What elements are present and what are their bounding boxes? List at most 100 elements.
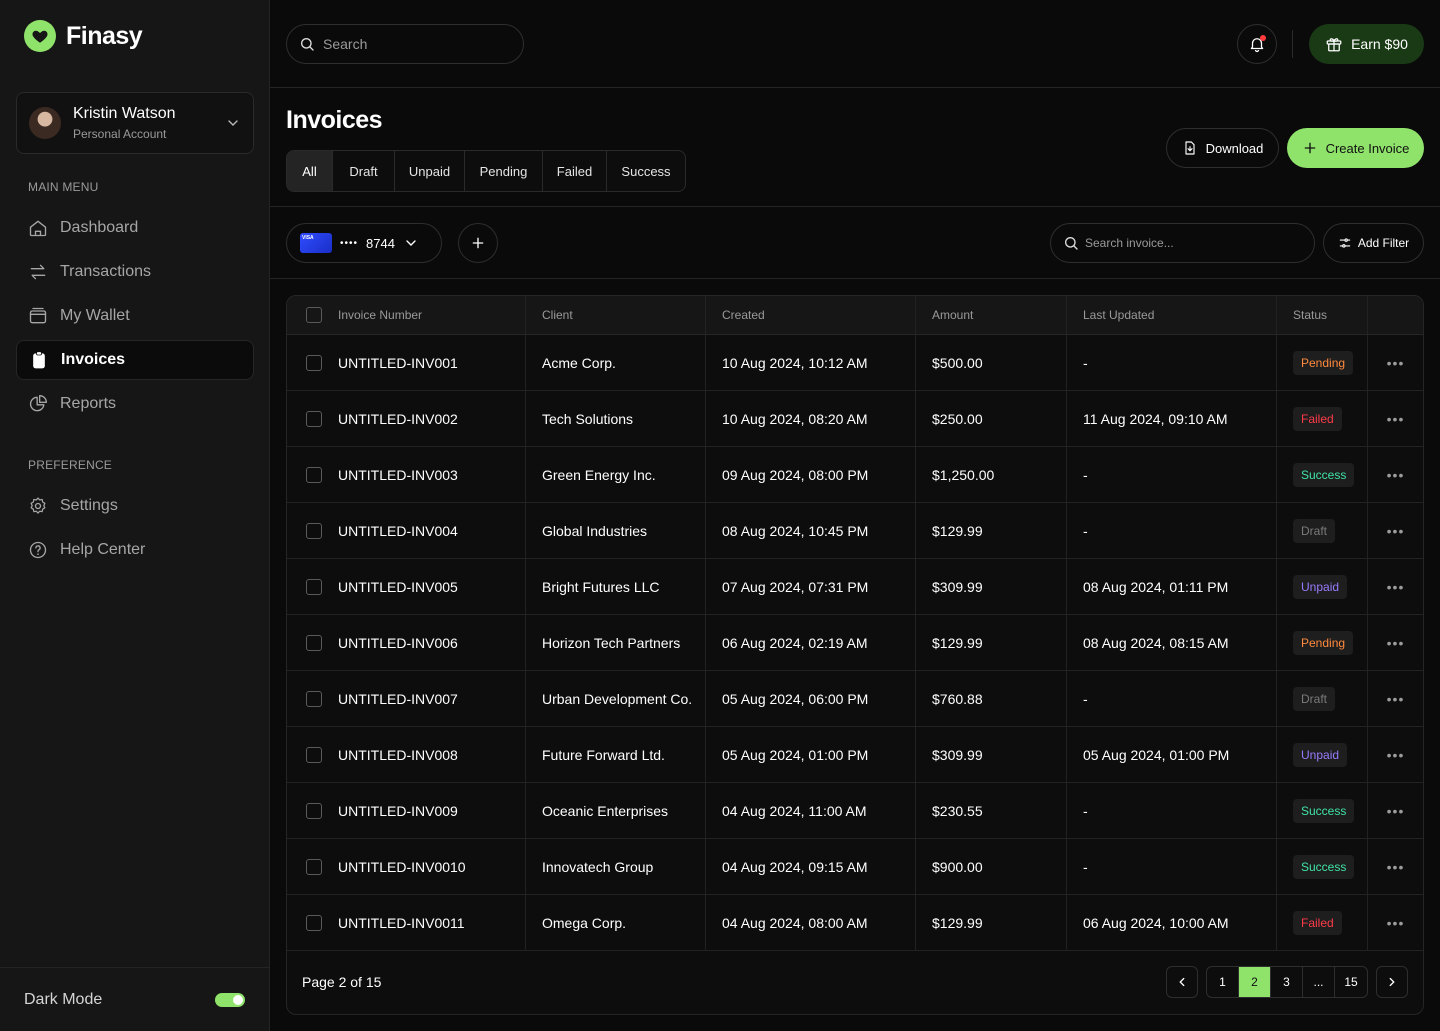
table-row[interactable]: UNTITLED-INV007 Urban Development Co. 05 A… — [287, 671, 1423, 727]
sidebar-item-my-wallet[interactable]: My Wallet — [16, 296, 254, 336]
row-checkbox[interactable] — [306, 578, 322, 595]
status-badge: Success — [1293, 462, 1355, 487]
table-row[interactable]: UNTITLED-INV006 Horizon Tech Partners 06 A… — [287, 615, 1423, 671]
filter-bar: VISA •••• 8744 Add Filter — [270, 207, 1440, 279]
download-button[interactable]: Download — [1166, 128, 1279, 168]
amount: $1,250.00 — [932, 466, 995, 483]
brand-name: Finasy — [66, 21, 143, 50]
more-options-icon[interactable]: ••• — [1387, 467, 1405, 483]
row-checkbox[interactable] — [306, 634, 322, 651]
table-header: Invoice Number Client Created Amount Las… — [287, 296, 1423, 335]
tab-draft[interactable]: Draft — [333, 151, 395, 191]
status-badge: Unpaid — [1293, 742, 1348, 767]
create-invoice-button[interactable]: Create Invoice — [1287, 128, 1424, 168]
more-options-icon[interactable]: ••• — [1387, 523, 1405, 539]
sidebar-item-reports[interactable]: Reports — [16, 384, 254, 424]
notifications-button[interactable] — [1237, 24, 1277, 64]
more-options-icon[interactable]: ••• — [1387, 355, 1405, 371]
created-date: 09 Aug 2024, 08:00 PM — [722, 466, 869, 483]
table-row[interactable]: UNTITLED-INV001 Acme Corp. 10 Aug 2024, 10… — [287, 335, 1423, 391]
add-filter-button[interactable]: Add Filter — [1323, 223, 1424, 263]
sidebar-item-invoices[interactable]: Invoices — [16, 340, 254, 380]
client-name: Omega Corp. — [542, 914, 627, 931]
row-checkbox[interactable] — [306, 802, 322, 819]
more-options-icon[interactable]: ••• — [1387, 579, 1405, 595]
select-all-checkbox[interactable] — [306, 307, 322, 323]
amount: $250.00 — [932, 410, 983, 427]
account-switcher[interactable]: Kristin Watson Personal Account — [16, 92, 254, 154]
tab-unpaid[interactable]: Unpaid — [395, 151, 465, 191]
row-checkbox[interactable] — [306, 858, 322, 875]
clipboard-icon — [33, 351, 45, 369]
tab-pending[interactable]: Pending — [465, 151, 543, 191]
page-button[interactable]: 15 — [1335, 967, 1367, 997]
row-checkbox[interactable] — [306, 466, 322, 483]
created-date: 10 Aug 2024, 08:20 AM — [722, 410, 868, 427]
add-card-button[interactable] — [458, 223, 498, 263]
row-checkbox[interactable] — [306, 746, 322, 763]
more-options-icon[interactable]: ••• — [1387, 803, 1405, 819]
last-updated: - — [1083, 466, 1088, 483]
chevron-left-icon — [1179, 977, 1185, 987]
page-button[interactable]: 3 — [1271, 967, 1303, 997]
more-options-icon[interactable]: ••• — [1387, 635, 1405, 651]
logo[interactable]: Finasy — [24, 20, 143, 52]
table-row[interactable]: UNTITLED-INV008 Future Forward Ltd. 05 Aug… — [287, 727, 1423, 783]
more-options-icon[interactable]: ••• — [1387, 411, 1405, 427]
card-selector[interactable]: VISA •••• 8744 — [286, 223, 442, 263]
client-name: Acme Corp. — [542, 354, 616, 371]
table-row[interactable]: UNTITLED-INV0010 Innovatech Group 04 Aug 2… — [287, 839, 1423, 895]
more-options-icon[interactable]: ••• — [1387, 859, 1405, 875]
row-checkbox[interactable] — [306, 354, 322, 371]
page-button[interactable]: 2 — [1239, 967, 1271, 997]
amount: $129.99 — [932, 914, 983, 931]
status-badge: Success — [1293, 798, 1355, 823]
table-footer: Page 2 of 15 1 2 3... 15 — [287, 950, 1423, 1014]
table-row[interactable]: UNTITLED-INV005 Bright Futures LLC 07 Aug … — [287, 559, 1423, 615]
sidebar-item-label: Invoices — [61, 351, 126, 368]
invoice-number: UNTITLED-INV002 — [338, 410, 458, 427]
table-row[interactable]: UNTITLED-INV009 Oceanic Enterprises 04 Aug… — [287, 783, 1423, 839]
sidebar-item-dashboard[interactable]: Dashboard — [16, 208, 254, 248]
sidebar-item-settings[interactable]: Settings — [16, 486, 254, 526]
tab-success[interactable]: Success — [607, 151, 685, 191]
page-buttons: 1 2 3... 15 — [1206, 966, 1368, 998]
gear-icon — [30, 497, 46, 514]
plus-icon — [1304, 142, 1315, 154]
column-header: Amount — [932, 308, 974, 322]
row-checkbox[interactable] — [306, 522, 322, 539]
row-checkbox[interactable] — [306, 914, 322, 931]
amount: $129.99 — [932, 634, 983, 651]
more-options-icon[interactable]: ••• — [1387, 747, 1405, 763]
more-options-icon[interactable]: ••• — [1387, 915, 1405, 931]
tab-failed[interactable]: Failed — [543, 151, 607, 191]
sidebar-item-help-center[interactable]: Help Center — [16, 530, 254, 570]
table-row[interactable]: UNTITLED-INV004 Global Industries 08 Aug 2… — [287, 503, 1423, 559]
pagination: 1 2 3... 15 — [1166, 966, 1408, 998]
status-badge: Failed — [1293, 406, 1342, 431]
transfer-icon — [30, 264, 46, 280]
page-button[interactable]: 1 — [1207, 967, 1239, 997]
table-row[interactable]: UNTITLED-INV0011 Omega Corp. 04 Aug 2024, … — [287, 895, 1423, 951]
table-row[interactable]: UNTITLED-INV002 Tech Solutions 10 Aug 2024… — [287, 391, 1423, 447]
invoice-number: UNTITLED-INV007 — [338, 690, 458, 707]
row-checkbox[interactable] — [306, 690, 322, 707]
sidebar-item-transactions[interactable]: Transactions — [16, 252, 254, 292]
dark-mode-toggle[interactable] — [215, 992, 245, 1007]
amount: $230.55 — [932, 802, 983, 819]
next-page-button[interactable] — [1376, 966, 1408, 998]
more-options-icon[interactable]: ••• — [1387, 691, 1405, 707]
invoice-search-input[interactable] — [1085, 236, 1305, 250]
search-input[interactable] — [323, 36, 503, 52]
earn-button[interactable]: Earn $90 — [1309, 24, 1424, 64]
help-icon — [29, 541, 47, 559]
avatar — [29, 107, 61, 139]
invoice-search[interactable] — [1050, 223, 1315, 263]
global-search[interactable] — [286, 24, 524, 64]
prev-page-button[interactable] — [1166, 966, 1198, 998]
row-checkbox[interactable] — [306, 410, 322, 427]
filter-sliders-icon — [1339, 238, 1351, 248]
tab-all[interactable]: All — [287, 151, 333, 191]
table-row[interactable]: UNTITLED-INV003 Green Energy Inc. 09 Aug 2… — [287, 447, 1423, 503]
pie-chart-icon — [29, 395, 47, 412]
